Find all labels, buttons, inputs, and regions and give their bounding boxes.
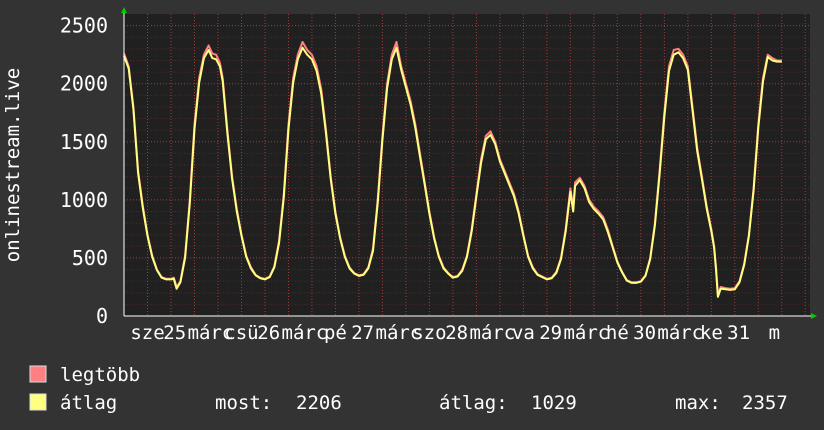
x-tick-label: 28 bbox=[445, 322, 468, 344]
x-tick-label: 30 bbox=[633, 322, 656, 344]
stat-max-label: max: bbox=[675, 392, 721, 414]
x-tick-label: ke bbox=[700, 322, 723, 344]
legend-swatch-atlag bbox=[29, 393, 47, 411]
y-tick-label: 500 bbox=[72, 246, 108, 270]
x-tick-label: csü bbox=[224, 322, 258, 344]
x-tick-label: márc bbox=[469, 322, 515, 344]
x-tick-label: 29 bbox=[539, 322, 562, 344]
x-tick-label: hé bbox=[606, 322, 629, 344]
x-tick-label: 27 bbox=[351, 322, 374, 344]
y-axis-ticks: 0 500 1000 1500 2000 2500 bbox=[60, 14, 108, 328]
x-tick-label: 31 bbox=[727, 322, 750, 344]
x-tick-label: 26 bbox=[257, 322, 280, 344]
stat-avg-value: 1029 bbox=[531, 392, 577, 414]
legend-swatch-legtobb bbox=[29, 365, 47, 383]
x-tick-label: pé bbox=[324, 322, 347, 344]
stat-max-value: 2357 bbox=[742, 392, 788, 414]
x-tick-label: márc bbox=[657, 322, 703, 344]
stat-now-label: most: bbox=[215, 392, 272, 414]
y-axis-arrow-icon bbox=[121, 7, 127, 13]
y-tick-label: 1500 bbox=[60, 130, 108, 154]
x-tick-label: márc bbox=[282, 322, 328, 344]
y-tick-label: 0 bbox=[96, 304, 108, 328]
stat-avg-label: átlag: bbox=[439, 392, 508, 414]
x-tick-label: márc bbox=[563, 322, 609, 344]
chart: 05001000150020002500 sze25 márccsü26 márcp… bbox=[2, 7, 817, 414]
y-tick-label: 2500 bbox=[60, 14, 108, 38]
x-tick-label: m bbox=[769, 322, 780, 344]
stat-now-value: 2206 bbox=[296, 392, 342, 414]
x-axis-ticks: sze25 márccsü26 márcpé 27 márcszo28 márcva 29 m… bbox=[130, 322, 780, 344]
y-tick-label: 2000 bbox=[60, 72, 108, 96]
x-tick-label: szo bbox=[412, 322, 446, 344]
x-tick-label: 25 bbox=[163, 322, 186, 344]
legend-label-atlag: átlag bbox=[60, 392, 117, 414]
legend-label-legtobb: legtöbb bbox=[60, 364, 140, 386]
x-tick-label: sze bbox=[130, 322, 164, 344]
x-tick-label: va bbox=[512, 322, 535, 344]
y-tick-label: 1000 bbox=[60, 188, 108, 212]
y-axis-label: onlinestream.live bbox=[2, 68, 24, 262]
x-axis-arrow-icon bbox=[811, 313, 817, 319]
